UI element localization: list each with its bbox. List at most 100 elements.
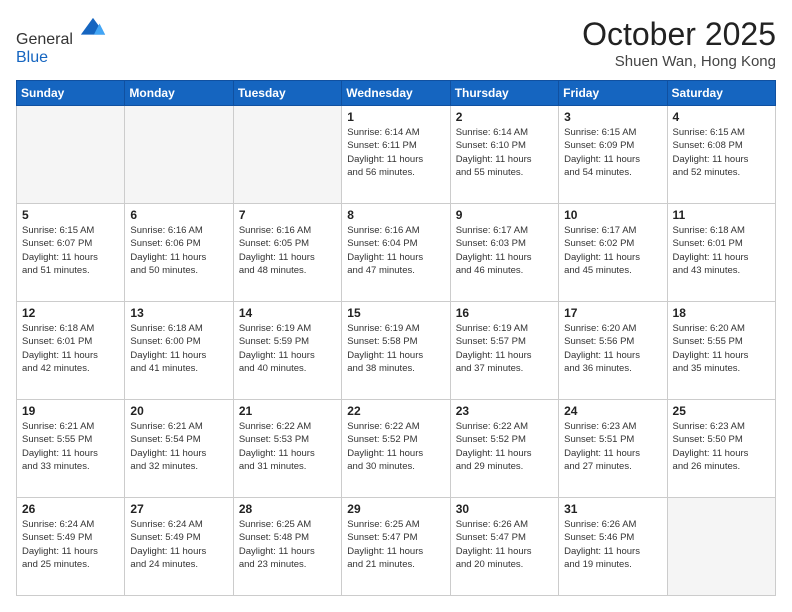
page: General Blue October 2025 Shuen Wan, Hon… bbox=[0, 0, 792, 612]
day-info: Sunrise: 6:16 AMSunset: 6:05 PMDaylight:… bbox=[239, 224, 336, 277]
day-info: Sunrise: 6:19 AMSunset: 5:59 PMDaylight:… bbox=[239, 322, 336, 375]
calendar-cell: 3 Sunrise: 6:15 AMSunset: 6:09 PMDaylight… bbox=[559, 106, 667, 204]
day-info: Sunrise: 6:26 AMSunset: 5:47 PMDaylight:… bbox=[456, 518, 553, 571]
day-info: Sunrise: 6:15 AMSunset: 6:07 PMDaylight:… bbox=[22, 224, 119, 277]
calendar-cell: 16Sunrise: 6:19 AMSunset: 5:57 PMDayligh… bbox=[450, 302, 558, 400]
calendar-cell bbox=[17, 106, 125, 204]
day-number: 27 bbox=[130, 502, 227, 516]
day-info: Sunrise: 6:25 AMSunset: 5:47 PMDaylight:… bbox=[347, 518, 444, 571]
calendar-cell bbox=[233, 106, 341, 204]
day-number: 25 bbox=[673, 404, 770, 418]
day-info: Sunrise: 6:22 AMSunset: 5:53 PMDaylight:… bbox=[239, 420, 336, 473]
day-number: 10 bbox=[564, 208, 661, 222]
day-info: Sunrise: 6:19 AMSunset: 5:58 PMDaylight:… bbox=[347, 322, 444, 375]
day-info: Sunrise: 6:26 AMSunset: 5:46 PMDaylight:… bbox=[564, 518, 661, 571]
day-number: 8 bbox=[347, 208, 444, 222]
day-info: Sunrise: 6:23 AMSunset: 5:50 PMDaylight:… bbox=[673, 420, 770, 473]
day-number: 19 bbox=[22, 404, 119, 418]
day-info: Sunrise: 6:24 AMSunset: 5:49 PMDaylight:… bbox=[130, 518, 227, 571]
day-number: 23 bbox=[456, 404, 553, 418]
day-number: 3 bbox=[564, 110, 661, 124]
calendar-cell: 29 Sunrise: 6:25 AMSunset: 5:47 PMDayligh… bbox=[342, 498, 450, 596]
calendar-cell: 2Sunrise: 6:14 AMSunset: 6:10 PMDaylight… bbox=[450, 106, 558, 204]
day-number: 15 bbox=[347, 306, 444, 320]
day-info: Sunrise: 6:19 AMSunset: 5:57 PMDaylight:… bbox=[456, 322, 553, 375]
calendar-cell: 26Sunrise: 6:24 AMSunset: 5:49 PMDayligh… bbox=[17, 498, 125, 596]
day-number: 26 bbox=[22, 502, 119, 516]
calendar-cell bbox=[125, 106, 233, 204]
day-number: 5 bbox=[22, 208, 119, 222]
logo-blue-text: Blue bbox=[16, 49, 48, 66]
day-info: Sunrise: 6:20 AMSunset: 5:55 PMDaylight:… bbox=[673, 322, 770, 375]
calendar-cell: 23 Sunrise: 6:22 AMSunset: 5:52 PMDayligh… bbox=[450, 400, 558, 498]
calendar-cell: 22 Sunrise: 6:22 AMSunset: 5:52 PMDayligh… bbox=[342, 400, 450, 498]
location: Shuen Wan, Hong Kong bbox=[582, 53, 776, 70]
day-number: 2 bbox=[456, 110, 553, 124]
day-info: Sunrise: 6:17 AMSunset: 6:02 PMDaylight:… bbox=[564, 224, 661, 277]
day-number: 31 bbox=[564, 502, 661, 516]
week-row-4: 19 Sunrise: 6:21 AMSunset: 5:55 PMDayligh… bbox=[17, 400, 776, 498]
logo-general-text: General bbox=[16, 31, 73, 48]
day-number: 17 bbox=[564, 306, 661, 320]
calendar-cell: 27 Sunrise: 6:24 AMSunset: 5:49 PMDayligh… bbox=[125, 498, 233, 596]
day-number: 13 bbox=[130, 306, 227, 320]
calendar-cell bbox=[667, 498, 775, 596]
day-number: 28 bbox=[239, 502, 336, 516]
col-header-friday: Friday bbox=[559, 81, 667, 106]
day-number: 30 bbox=[456, 502, 553, 516]
day-info: Sunrise: 6:22 AMSunset: 5:52 PMDaylight:… bbox=[347, 420, 444, 473]
day-number: 6 bbox=[130, 208, 227, 222]
day-info: Sunrise: 6:18 AMSunset: 6:01 PMDaylight:… bbox=[673, 224, 770, 277]
week-row-5: 26 Sunrise: 6:24 AMSunset: 5:49 PMDayligh… bbox=[17, 498, 776, 596]
calendar-cell: 15 Sunrise: 6:19 AMSunset: 5:58 PMDayligh… bbox=[342, 302, 450, 400]
calendar-cell: 9 Sunrise: 6:17 AMSunset: 6:03 PMDaylight… bbox=[450, 204, 558, 302]
calendar-cell: 21 Sunrise: 6:22 AMSunset: 5:53 PMDayligh… bbox=[233, 400, 341, 498]
calendar-table: SundayMondayTuesdayWednesdayThursdayFrid… bbox=[16, 80, 776, 596]
day-info: Sunrise: 6:21 AMSunset: 5:54 PMDaylight:… bbox=[130, 420, 227, 473]
day-info: Sunrise: 6:15 AMSunset: 6:09 PMDaylight:… bbox=[564, 126, 661, 179]
calendar-header-row: SundayMondayTuesdayWednesdayThursdayFrid… bbox=[17, 81, 776, 106]
day-number: 1 bbox=[347, 110, 444, 124]
day-number: 4 bbox=[673, 110, 770, 124]
day-number: 22 bbox=[347, 404, 444, 418]
day-info: Sunrise: 6:17 AMSunset: 6:03 PMDaylight:… bbox=[456, 224, 553, 277]
month-title: October 2025 bbox=[582, 16, 776, 53]
logo-icon bbox=[79, 16, 107, 44]
day-number: 14 bbox=[239, 306, 336, 320]
day-info: Sunrise: 6:16 AMSunset: 6:06 PMDaylight:… bbox=[130, 224, 227, 277]
day-number: 9 bbox=[456, 208, 553, 222]
calendar-cell: 10 Sunrise: 6:17 AMSunset: 6:02 PMDayligh… bbox=[559, 204, 667, 302]
day-number: 29 bbox=[347, 502, 444, 516]
calendar-cell: 8 Sunrise: 6:16 AMSunset: 6:04 PMDaylight… bbox=[342, 204, 450, 302]
day-info: Sunrise: 6:18 AMSunset: 6:01 PMDaylight:… bbox=[22, 322, 119, 375]
calendar-cell: 19 Sunrise: 6:21 AMSunset: 5:55 PMDayligh… bbox=[17, 400, 125, 498]
col-header-wednesday: Wednesday bbox=[342, 81, 450, 106]
day-number: 21 bbox=[239, 404, 336, 418]
day-number: 24 bbox=[564, 404, 661, 418]
week-row-1: 1 Sunrise: 6:14 AMSunset: 6:11 PMDaylight… bbox=[17, 106, 776, 204]
day-info: Sunrise: 6:25 AMSunset: 5:48 PMDaylight:… bbox=[239, 518, 336, 571]
day-number: 20 bbox=[130, 404, 227, 418]
day-info: Sunrise: 6:14 AMSunset: 6:11 PMDaylight:… bbox=[347, 126, 444, 179]
calendar-cell: 11Sunrise: 6:18 AMSunset: 6:01 PMDayligh… bbox=[667, 204, 775, 302]
day-number: 18 bbox=[673, 306, 770, 320]
calendar-cell: 12 Sunrise: 6:18 AMSunset: 6:01 PMDayligh… bbox=[17, 302, 125, 400]
calendar-cell: 18 Sunrise: 6:20 AMSunset: 5:55 PMDayligh… bbox=[667, 302, 775, 400]
day-info: Sunrise: 6:16 AMSunset: 6:04 PMDaylight:… bbox=[347, 224, 444, 277]
col-header-tuesday: Tuesday bbox=[233, 81, 341, 106]
day-number: 12 bbox=[22, 306, 119, 320]
col-header-monday: Monday bbox=[125, 81, 233, 106]
col-header-saturday: Saturday bbox=[667, 81, 775, 106]
calendar-cell: 28 Sunrise: 6:25 AMSunset: 5:48 PMDayligh… bbox=[233, 498, 341, 596]
calendar-cell: 31 Sunrise: 6:26 AMSunset: 5:46 PMDayligh… bbox=[559, 498, 667, 596]
calendar-cell: 6 Sunrise: 6:16 AMSunset: 6:06 PMDaylight… bbox=[125, 204, 233, 302]
calendar-cell: 30 Sunrise: 6:26 AMSunset: 5:47 PMDayligh… bbox=[450, 498, 558, 596]
calendar-cell: 14 Sunrise: 6:19 AMSunset: 5:59 PMDayligh… bbox=[233, 302, 341, 400]
calendar-cell: 1 Sunrise: 6:14 AMSunset: 6:11 PMDaylight… bbox=[342, 106, 450, 204]
logo: General Blue bbox=[16, 16, 107, 67]
day-info: Sunrise: 6:21 AMSunset: 5:55 PMDaylight:… bbox=[22, 420, 119, 473]
calendar-cell: 17Sunrise: 6:20 AMSunset: 5:56 PMDayligh… bbox=[559, 302, 667, 400]
day-info: Sunrise: 6:22 AMSunset: 5:52 PMDaylight:… bbox=[456, 420, 553, 473]
day-info: Sunrise: 6:15 AMSunset: 6:08 PMDaylight:… bbox=[673, 126, 770, 179]
calendar-cell: 24Sunrise: 6:23 AMSunset: 5:51 PMDayligh… bbox=[559, 400, 667, 498]
